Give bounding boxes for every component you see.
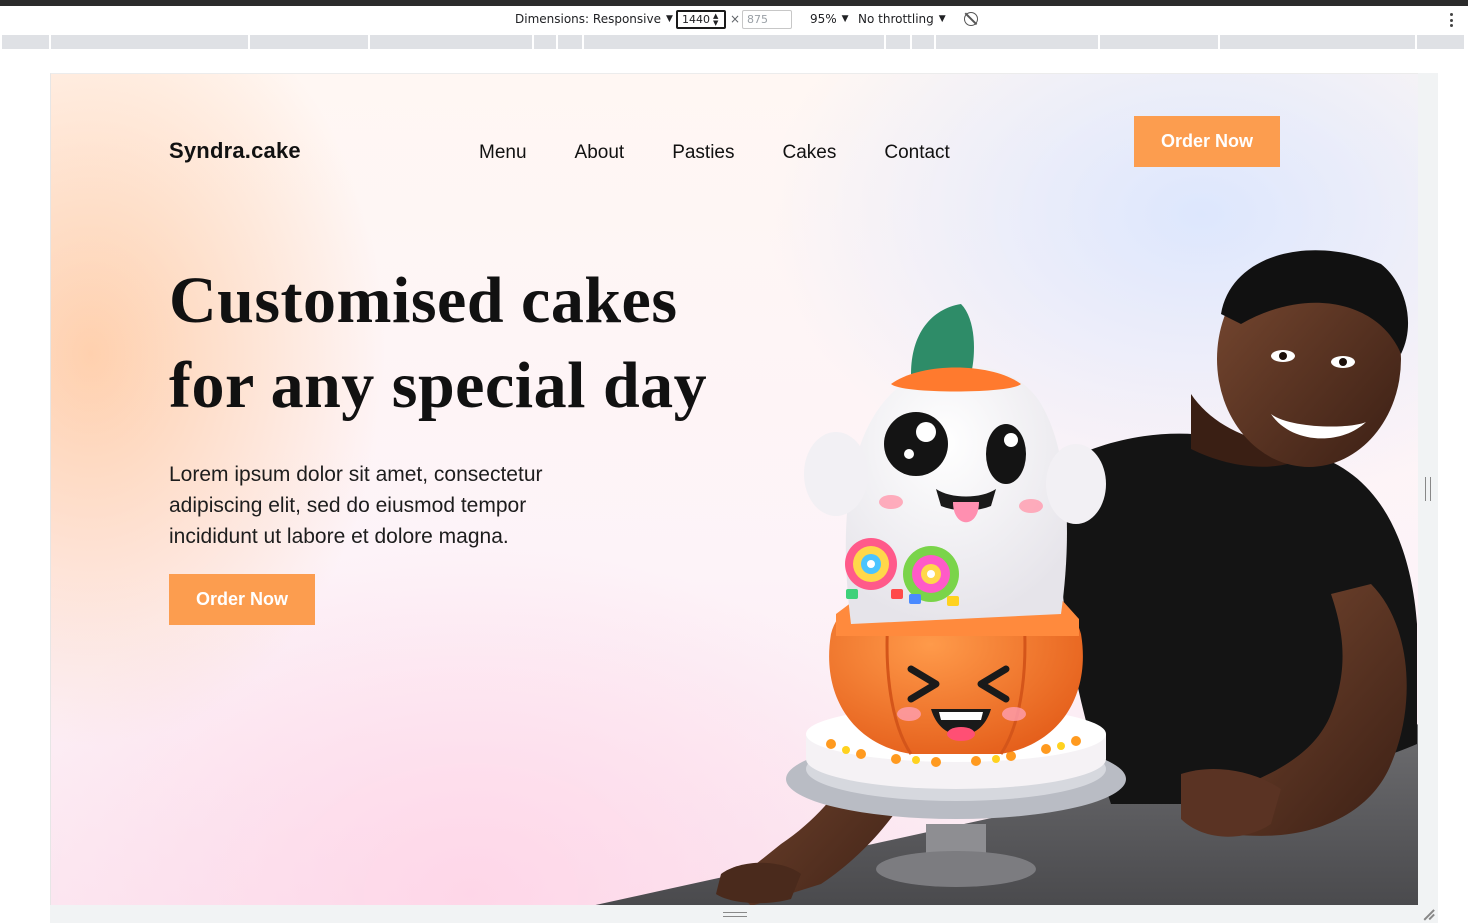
media-query-segment[interactable] <box>1100 35 1220 49</box>
height-placeholder: 875 <box>747 13 768 26</box>
media-query-segment[interactable] <box>534 35 558 49</box>
chevron-down-icon: ▼ <box>665 14 673 24</box>
main-nav: Menu About Pasties Cakes Contact <box>479 142 998 164</box>
chevron-down-icon: ▼ <box>938 14 946 24</box>
nav-item-cakes[interactable]: Cakes <box>783 142 837 164</box>
chevron-down-icon: ▼ <box>841 14 849 24</box>
media-query-segment[interactable] <box>1220 35 1417 49</box>
nav-item-menu[interactable]: Menu <box>479 142 527 164</box>
corner-resize-icon[interactable] <box>1423 908 1435 920</box>
media-query-segment[interactable] <box>912 35 936 49</box>
media-query-segment[interactable] <box>558 35 584 49</box>
resize-handle-icon[interactable] <box>1425 477 1431 501</box>
times-symbol: × <box>730 12 741 26</box>
media-query-segment[interactable] <box>584 35 886 49</box>
hero-order-button[interactable]: Order Now <box>169 574 315 625</box>
resize-handle-icon[interactable] <box>723 912 747 917</box>
left-hand <box>716 862 801 904</box>
nav-item-about[interactable]: About <box>575 142 625 164</box>
device-toolbar: Dimensions: Responsive ▼ 1440 ▲ ▼ × 875 9… <box>0 6 1468 34</box>
media-query-segment[interactable] <box>936 35 1100 49</box>
site-logo[interactable]: Syndra.cake <box>169 138 301 164</box>
zoom-label: 95% <box>810 12 837 26</box>
page-viewport: Syndra.cake Menu About Pasties Cakes Con… <box>50 73 1418 905</box>
spinner-icon[interactable]: ▲ ▼ <box>713 12 718 27</box>
dimensions-dropdown[interactable]: Dimensions: Responsive ▼ <box>515 12 673 26</box>
nav-order-button[interactable]: Order Now <box>1134 116 1280 167</box>
media-query-segment[interactable] <box>250 35 370 49</box>
media-query-segment[interactable] <box>51 35 250 49</box>
throttling-dropdown[interactable]: No throttling ▼ <box>858 12 946 26</box>
media-query-segment[interactable] <box>1417 35 1466 49</box>
rotate-icon[interactable] <box>964 12 978 26</box>
zoom-dropdown[interactable]: 95% ▼ <box>810 12 849 26</box>
more-options-icon[interactable] <box>1450 13 1454 27</box>
ghost-right-arm <box>1046 444 1106 524</box>
media-query-segment[interactable] <box>2 35 51 49</box>
media-query-segment[interactable] <box>370 35 534 49</box>
height-input[interactable]: 875 <box>742 10 792 29</box>
dimensions-label: Dimensions: Responsive <box>515 12 661 26</box>
width-input[interactable]: 1440 ▲ ▼ <box>676 10 726 29</box>
throttling-label: No throttling <box>858 12 934 26</box>
ghost-left-arm <box>804 432 868 516</box>
nav-item-contact[interactable]: Contact <box>884 142 949 164</box>
hero-image <box>595 250 1418 905</box>
hero-description: Lorem ipsum dolor sit amet, consectetur … <box>169 463 543 548</box>
media-query-bar <box>0 34 1468 50</box>
nav-item-pasties[interactable]: Pasties <box>672 142 734 164</box>
media-query-segment[interactable] <box>886 35 912 49</box>
width-value: 1440 <box>682 13 710 26</box>
pumpkin-stem <box>911 304 974 374</box>
